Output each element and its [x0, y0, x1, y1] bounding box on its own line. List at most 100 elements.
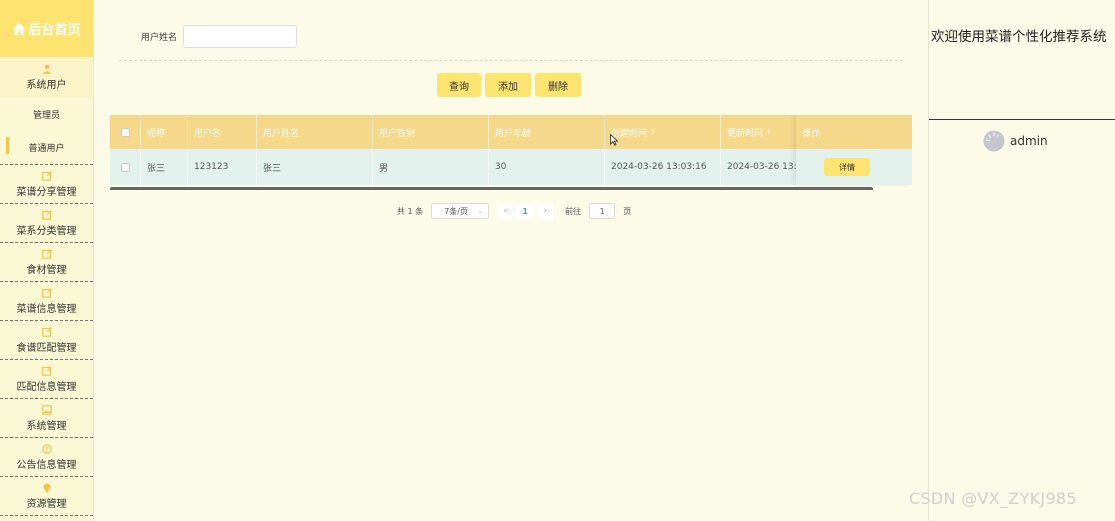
brand-home[interactable]: 后台首页	[0, 0, 93, 57]
menu-recipe-info[interactable]: 菜谱信息管理	[0, 282, 93, 321]
menu-ingredients[interactable]: 食材管理	[0, 243, 93, 282]
operations-column: 操作 详情	[796, 115, 912, 185]
submenu-users: 管理员 普通用户	[0, 98, 93, 165]
page-nav: ‹ 1 ›	[497, 203, 554, 219]
search-input[interactable]	[183, 25, 298, 48]
submenu-label: 管理员	[32, 111, 60, 121]
search-row: 用户姓名	[141, 25, 298, 48]
select-all-cell	[110, 115, 141, 149]
header-label: 用户性别	[379, 128, 416, 139]
operations-cell: 详情	[796, 149, 912, 185]
sidebar: 后台首页 系统用户 管理员 普通用户 菜谱分享管理 菜系分类管理 食材管理 菜谱…	[0, 0, 94, 521]
page-size-select[interactable]: 7条/页 ⌄	[431, 203, 490, 219]
edit-icon	[41, 170, 52, 181]
user-icon	[42, 64, 51, 74]
home-icon	[13, 22, 26, 35]
menu-label: 公告信息管理	[16, 459, 77, 471]
cell-gender: 男	[373, 149, 489, 185]
menu-announcements[interactable]: 公告信息管理	[0, 438, 93, 477]
divider	[119, 60, 903, 61]
menu-system-management[interactable]: 系统管理	[0, 399, 93, 438]
menu-label: 菜系分类管理	[16, 225, 77, 237]
menu-label: 食材管理	[26, 264, 67, 276]
header-label: 更新时间	[727, 128, 764, 139]
header-username: 用户名	[188, 115, 257, 149]
info-icon	[41, 443, 52, 454]
submenu-label: 普通用户	[28, 144, 65, 154]
menu-match-info[interactable]: 匹配信息管理	[0, 360, 93, 399]
header-label: 昵称	[147, 128, 166, 139]
edit-icon	[41, 287, 52, 298]
edit-icon	[41, 326, 52, 337]
next-page-button[interactable]: ›	[537, 203, 554, 219]
search-label: 用户姓名	[141, 33, 178, 43]
menu-resources[interactable]: 资源管理	[0, 477, 93, 516]
menu-system-users[interactable]: 系统用户	[0, 57, 93, 98]
user-info[interactable]: admin	[983, 130, 1048, 152]
username-label: admin	[1010, 134, 1048, 148]
mouse-cursor-icon	[610, 134, 618, 146]
menu-recipe-share[interactable]: 菜谱分享管理	[0, 165, 93, 204]
cell-age: 30	[489, 149, 605, 185]
table-header: 昵称 用户名 用户姓名 用户性别 用户年龄 创建时间 ⇕ 更新时间 ⇕	[110, 115, 912, 149]
header-age: 用户年龄	[489, 115, 605, 149]
menu-recipe-matching[interactable]: 食谱匹配管理	[0, 321, 93, 360]
row-checkbox[interactable]	[120, 162, 130, 172]
submenu-item-normal-user[interactable]: 普通用户	[0, 131, 93, 164]
menu-label: 资源管理	[26, 498, 67, 510]
select-all-checkbox[interactable]	[120, 127, 130, 137]
delete-button[interactable]: 删除	[535, 73, 581, 97]
edit-icon	[41, 248, 52, 259]
header-nickname: 昵称	[141, 115, 188, 149]
page-size-value: 7条/页	[444, 206, 468, 216]
chevron-down-icon: ⌄	[477, 207, 484, 215]
page-number[interactable]: 1	[515, 203, 536, 219]
menu-cuisine-category[interactable]: 菜系分类管理	[0, 204, 93, 243]
row-select-cell	[110, 149, 141, 185]
total-count: 共 1 条	[397, 206, 424, 216]
table-row: 张三 123123 张三 男 30 2024-03-26 13:03:16 20…	[110, 149, 912, 185]
menu-label: 系统用户	[26, 80, 67, 91]
edit-icon	[41, 209, 52, 220]
header-created[interactable]: 创建时间 ⇕	[605, 115, 721, 149]
header-label: 用户年龄	[495, 128, 532, 139]
submenu-item-admin[interactable]: 管理员	[0, 98, 93, 131]
header-operations: 操作	[796, 115, 912, 149]
menu-label: 系统管理	[26, 420, 67, 432]
prev-page-button[interactable]: ‹	[497, 203, 514, 219]
cell-created: 2024-03-26 13:03:16	[605, 149, 721, 185]
header-label: 用户姓名	[263, 128, 300, 139]
right-panel: 欢迎使用菜谱个性化推荐系统 admin	[928, 0, 1115, 521]
edit-icon	[41, 365, 52, 376]
pagination: 共 1 条 7条/页 ⌄ ‹ 1 › 前往 1 页	[397, 203, 631, 219]
action-buttons: 查询 添加 删除	[437, 73, 581, 97]
query-button[interactable]: 查询	[437, 73, 481, 97]
chevron-left-icon: ‹	[503, 206, 507, 216]
cell-name: 张三	[257, 149, 373, 185]
image-icon	[41, 404, 52, 415]
detail-button[interactable]: 详情	[824, 158, 870, 176]
bulb-icon	[43, 483, 50, 492]
goto-label: 前往	[565, 206, 582, 216]
data-table: 昵称 用户名 用户姓名 用户性别 用户年龄 创建时间 ⇕ 更新时间 ⇕ 张三 123…	[110, 115, 912, 190]
add-button[interactable]: 添加	[485, 73, 531, 97]
menu-label: 菜谱信息管理	[16, 303, 77, 315]
header-label: 用户名	[194, 128, 222, 139]
cell-username: 123123	[188, 149, 257, 185]
page-suffix: 页	[623, 206, 632, 216]
watermark: CSDN @VX_ZYKJ985	[909, 489, 1077, 508]
menu-label: 食谱匹配管理	[16, 342, 77, 354]
chevron-right-icon: ›	[543, 206, 547, 216]
goto-page-input[interactable]: 1	[589, 203, 616, 219]
right-divider	[929, 119, 1115, 120]
menu-label: 菜谱分享管理	[16, 186, 77, 198]
header-gender: 用户性别	[373, 115, 489, 149]
sort-icon[interactable]: ⇕	[650, 128, 656, 136]
cell-nickname: 张三	[141, 149, 188, 185]
avatar	[983, 130, 1005, 152]
brand-label: 后台首页	[28, 23, 81, 38]
menu-label: 匹配信息管理	[16, 381, 77, 393]
sort-icon[interactable]: ⇕	[766, 128, 772, 136]
header-name: 用户姓名	[257, 115, 373, 149]
horizontal-scrollbar[interactable]	[110, 187, 873, 190]
